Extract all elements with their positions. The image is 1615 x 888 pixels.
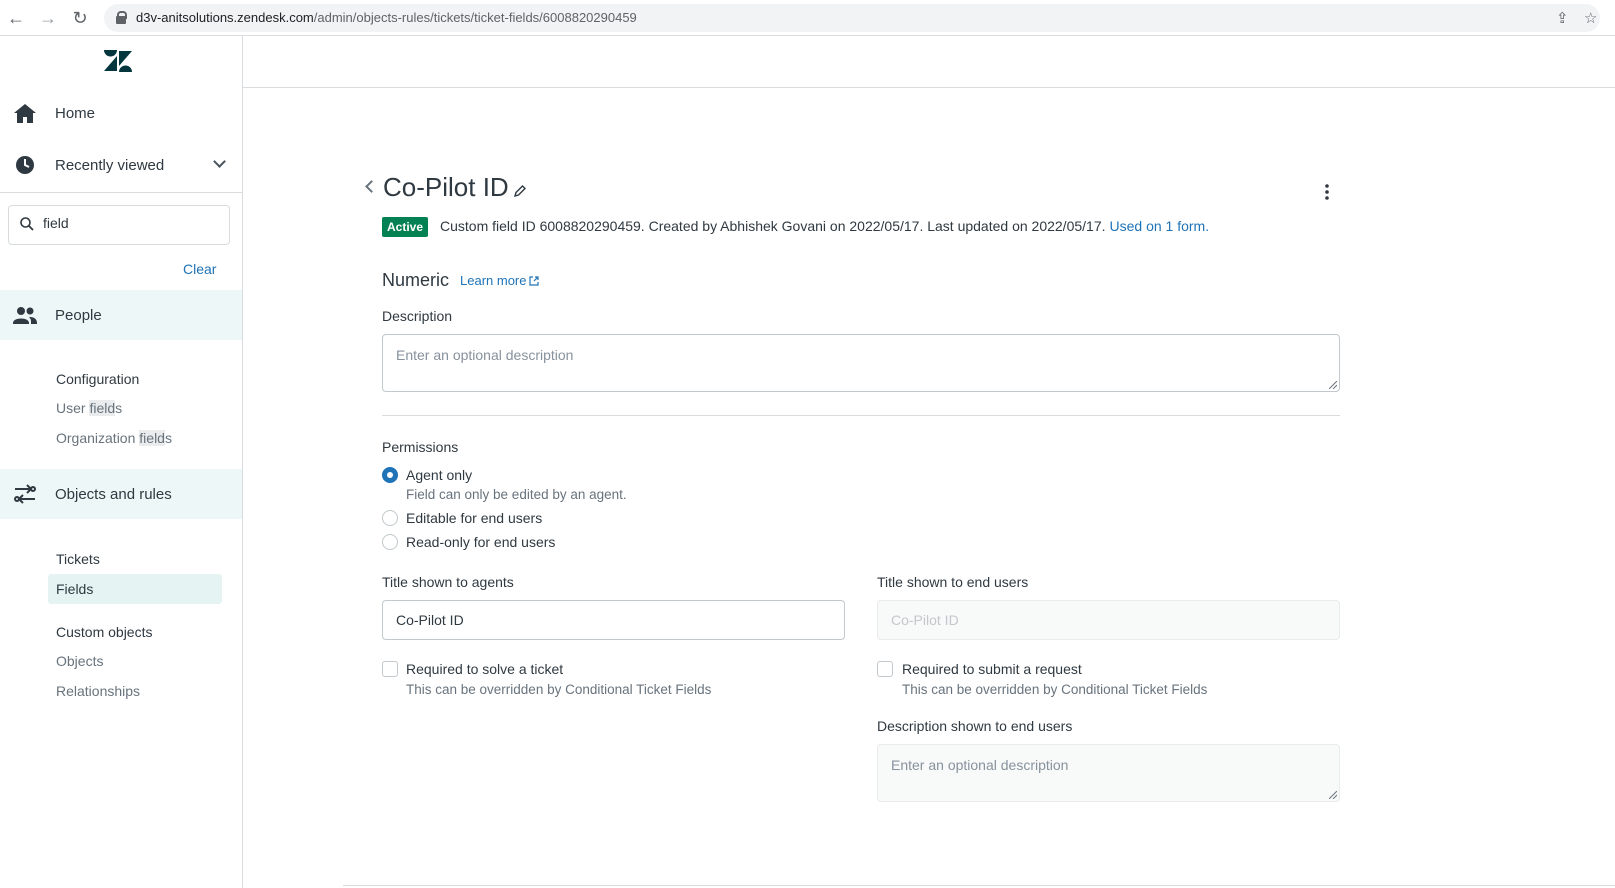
pencil-edit-icon[interactable] [513,184,527,198]
radio-label: Read-only for end users [406,534,556,550]
required-to-solve-checkbox[interactable] [382,661,398,677]
sidebar-divider [0,192,242,193]
admin-sidebar: Home Recently viewed Clear People Config… [0,36,243,888]
end-user-title-label: Title shown to end users [877,574,1029,590]
back-arrow-icon[interactable]: ← [6,8,26,28]
checkbox-label: Required to solve a ticket [406,661,564,677]
used-on-form-link[interactable]: Used on 1 form. [1110,218,1210,234]
reload-icon[interactable]: ↻ [70,8,90,28]
more-options-icon[interactable] [1325,184,1329,200]
checkbox-hint: This can be overridden by Conditional Ti… [902,682,1208,697]
bookmark-star-icon[interactable]: ☆ [1584,9,1597,27]
radio-editable-for-end-users[interactable] [382,510,398,526]
search-icon [20,217,34,231]
people-icon [13,307,37,324]
share-icon[interactable]: ⇪ [1556,9,1569,27]
search-input[interactable] [43,215,223,231]
clock-icon [16,156,34,174]
field-metadata: Custom field ID 6008820290459. Created b… [440,218,1210,234]
address-bar[interactable]: d3v-anitsolutions.zendesk.com/admin/obje… [104,4,1600,32]
sidebar-link-relationships[interactable]: Relationships [56,683,140,699]
status-badge: Active [382,217,429,237]
end-user-description-textarea[interactable]: Enter an optional description [877,744,1340,802]
sidebar-item-label: Objects and rules [55,485,172,503]
zendesk-logo-icon[interactable] [104,50,132,72]
external-link-icon [529,276,540,286]
permissions-label: Permissions [382,439,459,455]
radio-read-only-for-end-users[interactable] [382,534,398,550]
agent-title-label: Title shown to agents [382,574,514,590]
forward-arrow-icon[interactable]: → [38,8,58,28]
back-chevron-icon[interactable] [365,180,378,193]
clear-search-link[interactable]: Clear [183,261,216,277]
sidebar-link-fields[interactable]: Fields [48,574,222,604]
header-divider [243,87,1615,88]
sidebar-link-organization-fields[interactable]: Organization fields [56,430,172,446]
checkbox-hint: This can be overridden by Conditional Ti… [406,682,712,697]
lock-icon [116,11,127,24]
radio-label: Agent only [406,467,473,483]
sidebar-group-heading: Custom objects [56,624,153,640]
url-text: d3v-anitsolutions.zendesk.com/admin/obje… [136,10,637,25]
checkbox-label: Required to submit a request [902,661,1082,677]
description-textarea[interactable]: Enter an optional description [382,334,1340,392]
end-user-title-input[interactable]: Co-Pilot ID [877,600,1340,640]
sidebar-item-people[interactable]: People [0,290,242,340]
agent-title-input[interactable]: Co-Pilot ID [382,600,845,640]
sidebar-item-recently-viewed[interactable]: Recently viewed [0,140,242,190]
sidebar-link-label: Fields [56,581,94,597]
sidebar-item-home[interactable]: Home [0,88,242,138]
resize-handle-icon[interactable] [1329,381,1337,389]
sidebar-search[interactable] [8,205,230,245]
sidebar-item-objects-and-rules[interactable]: Objects and rules [0,469,242,519]
footer-divider [343,885,1615,886]
field-type-title: Numeric [382,270,450,290]
sidebar-item-label: Recently viewed [55,156,165,174]
learn-more-link[interactable]: Learn more [460,273,540,288]
objects-rules-icon [14,484,36,504]
sidebar-link-user-fields[interactable]: User fields [56,400,122,416]
end-user-description-label: Description shown to end users [877,718,1073,734]
page-title: Co-Pilot ID [383,172,509,202]
sidebar-group-heading: Tickets [56,551,100,567]
radio-hint: Field can only be edited by an agent. [406,487,627,502]
radio-agent-only[interactable] [382,467,398,483]
sidebar-item-label: Home [55,104,96,122]
sidebar-link-objects[interactable]: Objects [56,653,103,669]
home-icon [14,104,36,123]
description-label: Description [382,308,453,324]
radio-label: Editable for end users [406,510,543,526]
sidebar-group-heading: Configuration [56,371,140,387]
section-divider [382,415,1340,416]
browser-toolbar: ← → ↻ d3v-anitsolutions.zendesk.com/admi… [0,0,1615,36]
required-to-submit-checkbox[interactable] [877,661,893,677]
chevron-down-icon[interactable] [213,155,226,168]
resize-handle-icon[interactable] [1329,791,1337,799]
sidebar-item-label: People [55,306,102,324]
